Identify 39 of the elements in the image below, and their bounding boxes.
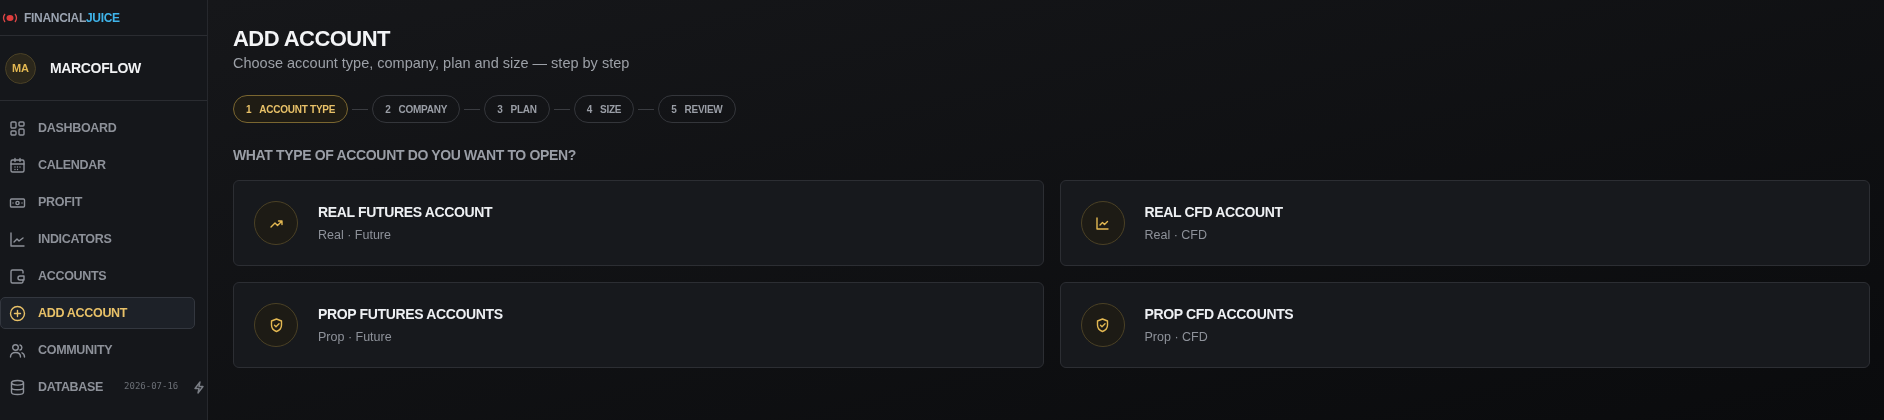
- nav-item[interactable]: PROFIT: [0, 186, 82, 218]
- wallet-icon: [9, 267, 26, 285]
- shield-check-icon: [1094, 316, 1111, 334]
- users-icon: [9, 341, 26, 359]
- broadcast-icon: [2, 12, 18, 23]
- brand-logo[interactable]: FINANCIALJUICE: [24, 8, 120, 27]
- card-title: REAL FUTURES ACCOUNT: [318, 202, 493, 222]
- database-icon: [9, 378, 26, 396]
- account-type-card[interactable]: REAL CFD ACCOUNT Real · CFD: [1059, 180, 1870, 266]
- calendar-icon: [9, 156, 26, 174]
- nav-item[interactable]: CALENDAR: [0, 149, 106, 181]
- step-tab[interactable]: 1 ACCOUNT TYPE: [233, 95, 349, 123]
- grid-icon: [9, 119, 26, 137]
- nav-item[interactable]: ADD ACCOUNT: [0, 297, 195, 329]
- card-subtitle: Prop · CFD: [1144, 328, 1209, 346]
- date-label: 2026-07-16: [124, 380, 179, 394]
- account-type-card[interactable]: PROP FUTURES ACCOUNTS Prop · Future: [233, 282, 1044, 368]
- nav-item[interactable]: ACCOUNTS: [0, 260, 107, 292]
- nav-item[interactable]: DASHBOARD: [0, 112, 117, 144]
- card-subtitle: Real · CFD: [1144, 226, 1208, 244]
- account-type-card[interactable]: REAL FUTURES ACCOUNT Real · Future: [233, 180, 1044, 266]
- nav-item[interactable]: COMMUNITY: [0, 334, 113, 366]
- page-subtitle: Choose account type, company, plan and size — step by step: [233, 54, 631, 73]
- card-subtitle: Real · Future: [318, 226, 392, 244]
- card-subtitle: Prop · Future: [318, 328, 393, 346]
- line-chart-icon: [1094, 214, 1111, 232]
- card-title: REAL CFD ACCOUNT: [1144, 202, 1283, 222]
- card-title: PROP FUTURES ACCOUNTS: [318, 304, 503, 324]
- card-title: PROP CFD ACCOUNTS: [1144, 304, 1294, 324]
- nav-item[interactable]: INDICATORS: [0, 223, 112, 255]
- lightning-icon[interactable]: [193, 380, 206, 394]
- section-heading: WHAT TYPE OF ACCOUNT DO YOU WANT TO OPEN?: [233, 146, 577, 165]
- user-avatar[interactable]: MA: [5, 52, 36, 84]
- line-chart-icon: [9, 230, 26, 248]
- page-title: ADD ACCOUNT: [233, 25, 392, 53]
- plus-circle-icon: [9, 304, 26, 322]
- nav-item[interactable]: DATABASE: [0, 371, 104, 403]
- user-name: MARCOFLOW: [50, 58, 141, 78]
- account-type-card[interactable]: PROP CFD ACCOUNTS Prop · CFD: [1059, 282, 1870, 368]
